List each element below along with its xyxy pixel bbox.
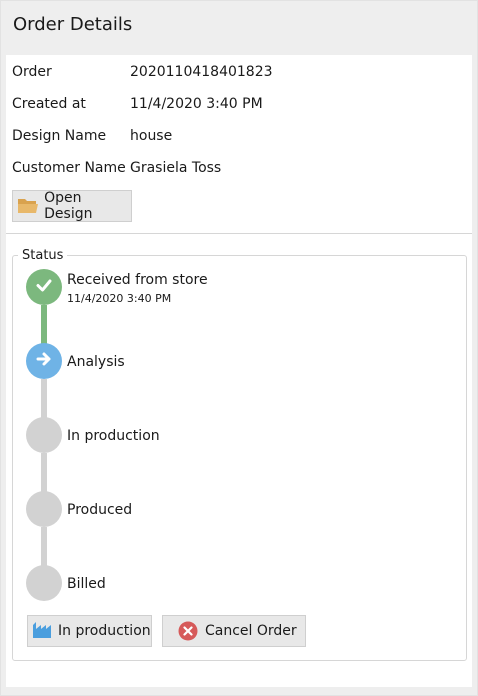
status-group [12,255,467,661]
customer-name-value: Grasiela Toss [130,160,222,176]
step-produced-circle [26,491,62,527]
step-received-circle [26,269,62,305]
step-billed-circle [26,565,62,601]
cancel-order-label: Cancel Order [205,623,297,639]
customer-name-label: Customer Name [12,160,126,176]
folder-open-icon [17,196,40,216]
step-analysis-label: Analysis [67,354,125,370]
created-value: 11/4/2020 3:40 PM [130,96,263,112]
design-name-value: house [130,128,173,144]
step-analysis-circle [26,343,62,379]
open-design-label: Open Design [44,190,93,222]
window-title: Order Details [13,14,133,35]
arrow-right-icon [35,350,53,372]
step-billed-label: Billed [67,576,106,592]
step-received-timestamp: 11/4/2020 3:40 PM [67,292,172,305]
separator [6,233,472,234]
advance-status-label: In production [58,623,151,639]
order-label: Order [12,64,52,80]
order-details-window: Order Details Order 2020110418401823 Cre… [0,0,478,696]
step-in-production-circle [26,417,62,453]
status-title: Status [18,248,68,263]
created-label: Created at [12,96,86,112]
advance-status-button[interactable]: In production [27,615,152,647]
details-panel: Order 2020110418401823 Created at 11/4/2… [6,55,472,687]
step-produced-label: Produced [67,502,133,518]
cancel-order-button[interactable]: Cancel Order [162,615,306,647]
step-received-label: Received from store [67,272,208,288]
check-icon [35,276,53,298]
order-value: 2020110418401823 [130,64,273,80]
step-in-production-label: In production [67,428,160,444]
factory-icon [32,621,56,641]
design-name-label: Design Name [12,128,107,144]
cancel-icon [178,621,200,641]
open-design-button[interactable]: Open Design [12,190,132,222]
title-bar: Order Details [2,2,476,52]
